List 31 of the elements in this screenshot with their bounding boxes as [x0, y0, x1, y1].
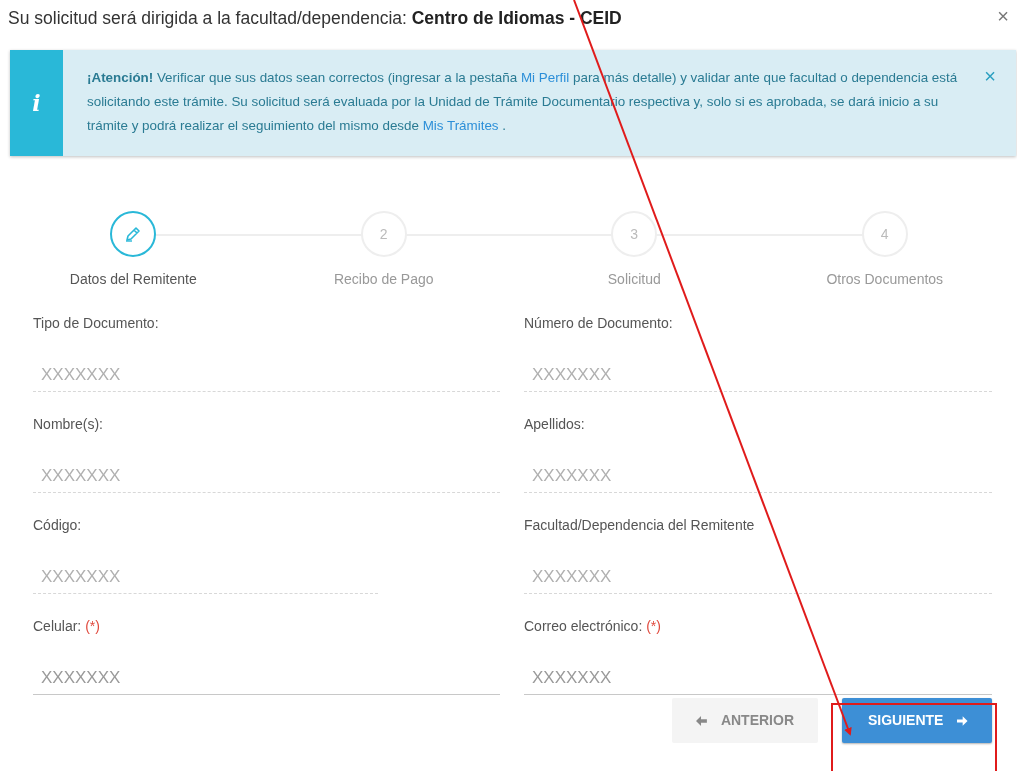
field-label: Celular: (*) — [33, 617, 100, 636]
step-circle[interactable]: 3 — [611, 211, 658, 257]
field-label: Apellidos: — [524, 415, 585, 434]
field-label: Tipo de Documento: — [33, 314, 159, 333]
step-label: Solicitud — [607, 270, 661, 289]
step-number: 3 — [630, 224, 639, 244]
next-button[interactable]: SIGUIENTE — [842, 698, 992, 743]
step-circle[interactable]: 2 — [360, 211, 407, 257]
alert-link[interactable]: Mis Trámites — [422, 118, 499, 133]
info-icon: i — [10, 50, 63, 156]
field-label: Código: — [33, 516, 82, 535]
arrow-right-icon — [957, 714, 968, 727]
step-circle[interactable]: 4 — [861, 211, 908, 257]
field-label: Correo electrónico: (*) — [524, 617, 661, 636]
close-button[interactable]: × — [991, 6, 1015, 26]
input-field[interactable]: XXXXXXX — [524, 663, 992, 695]
field-label: Nombre(s): — [33, 415, 103, 434]
back-button[interactable]: ANTERIOR — [672, 698, 818, 743]
input-field[interactable]: XXXXXXX — [33, 663, 500, 695]
step-label: Datos del Remitente — [69, 270, 197, 289]
step-circle[interactable] — [110, 211, 157, 257]
alert-link[interactable]: Mi Perfil — [520, 70, 570, 85]
step-label: Otros Documentos — [826, 270, 944, 289]
field-label: Facultad/Dependencia del Remitente — [524, 516, 755, 535]
arrow-left-icon — [696, 714, 707, 727]
alert-close-button[interactable]: × — [984, 66, 996, 86]
step-number: 4 — [880, 224, 889, 244]
field-label: Número de Documento: — [524, 314, 673, 333]
step-number: 2 — [379, 224, 388, 244]
modal-title: Su solicitud será dirigida a la facultad/dependencia: Centro de Idiomas - CEID — [8, 8, 622, 29]
step-label: Recibo de Pago — [333, 270, 434, 289]
